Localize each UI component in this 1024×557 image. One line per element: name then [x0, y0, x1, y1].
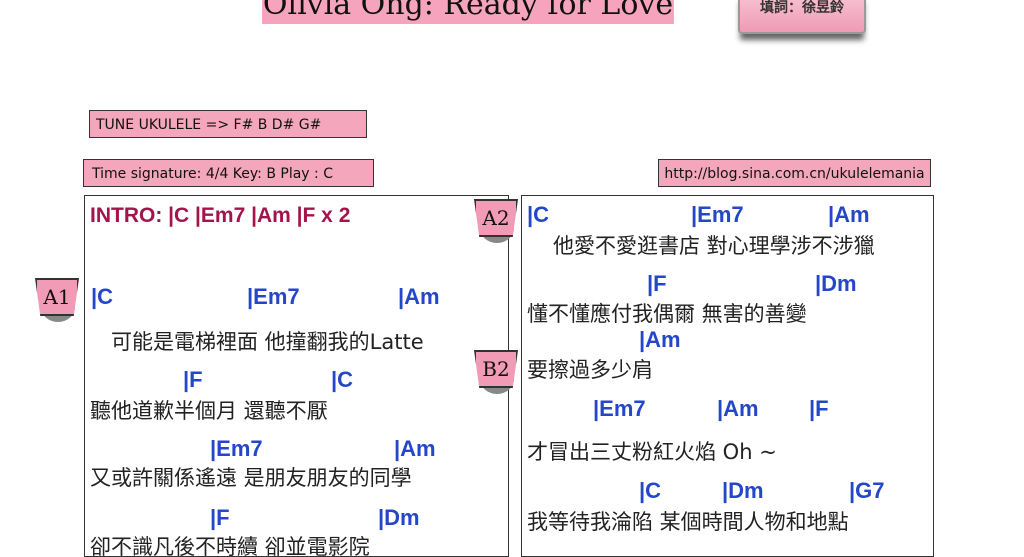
song-title: Olivia Ong: Ready for Love — [262, 0, 674, 24]
section-tag-a1: A1 — [35, 278, 79, 322]
chord-line: |C |Em7 |Am — [522, 202, 932, 228]
chord-line: |F |C — [85, 367, 505, 393]
chord: |Am — [639, 327, 681, 352]
chord-line: |C |Dm |G7 — [522, 478, 932, 504]
chord: |Dm — [722, 478, 764, 503]
intro-line: INTRO: |C |Em7 |Am |F x 2 — [90, 204, 351, 227]
chord: |Am — [828, 202, 870, 227]
lyric-line: 才冒出三丈粉紅火焰 Oh ~ — [527, 440, 777, 464]
section-tag-label: B2 — [474, 350, 518, 388]
chord: |C — [91, 284, 114, 309]
chord-line: |Em7 |Am |F — [522, 396, 932, 422]
lyric-line: 又或許關係遙遠 是朋友朋友的同學 — [90, 466, 412, 490]
chord: |Am — [398, 284, 440, 309]
lyric-line: 他愛不愛逛書店 對心理學涉不涉獵 — [553, 234, 875, 258]
chord: |Em7 — [247, 284, 300, 309]
chord-line: |F |Dm — [522, 271, 932, 297]
lyric-line: 懂不懂應付我偶爾 無害的善變 — [527, 302, 807, 326]
lyric-line: 我等待我淪陷 某個時間人物和地點 — [527, 510, 849, 534]
section-tag-label: A1 — [35, 278, 79, 316]
section-tag-a2: A2 — [474, 199, 518, 243]
section-tag-label: A2 — [474, 199, 518, 237]
chord: |Dm — [378, 505, 420, 530]
chord: |Em7 — [691, 202, 744, 227]
tuning-info: TUNE UKULELE => F# B D# G# — [89, 110, 367, 138]
lyrics-panel-left: INTRO: |C |Em7 |Am |F x 2 |C |Em7 |Am 可能… — [84, 195, 509, 557]
chord: |G7 — [849, 478, 885, 503]
chord: |C — [331, 367, 354, 392]
chord-line: |F |Dm — [85, 505, 505, 531]
chord: |F — [647, 271, 667, 296]
lyrics-panel-right: |C |Em7 |Am 他愛不愛逛書店 對心理學涉不涉獵 |F |Dm 懂不懂應… — [521, 195, 934, 557]
chord-line: |Am — [522, 327, 932, 353]
chord: |Dm — [815, 271, 857, 296]
lyric-line: 卻不識凡後不時續 卻並電影院 — [90, 535, 370, 557]
lyric-line: 要擦過多少肩 — [527, 358, 653, 382]
chord: |F — [809, 396, 829, 421]
chord: |C — [639, 478, 662, 503]
section-tag-b2: B2 — [474, 350, 518, 394]
chord: |Em7 — [210, 436, 263, 461]
chord: |C — [527, 202, 550, 227]
lyricist-badge: 填詞：徐昱鈴 — [738, 0, 866, 34]
lyric-line: 可能是電梯裡面 他撞翻我的Latte — [111, 330, 424, 354]
chord-line: |Em7 |Am — [85, 436, 505, 462]
chord: |Am — [717, 396, 759, 421]
lyric-line: 聽他道歉半個月 還聽不厭 — [90, 399, 328, 423]
time-signature-info: Time signature: 4/4 Key: B Play : C — [83, 159, 374, 187]
chord: |F — [183, 367, 203, 392]
chord-line: |C |Em7 |Am — [85, 284, 505, 310]
blog-url-link[interactable]: http://blog.sina.com.cn/ukulelemania — [658, 159, 931, 187]
chord: |F — [210, 505, 230, 530]
chord: |Am — [394, 436, 436, 461]
chord: |Em7 — [593, 396, 646, 421]
